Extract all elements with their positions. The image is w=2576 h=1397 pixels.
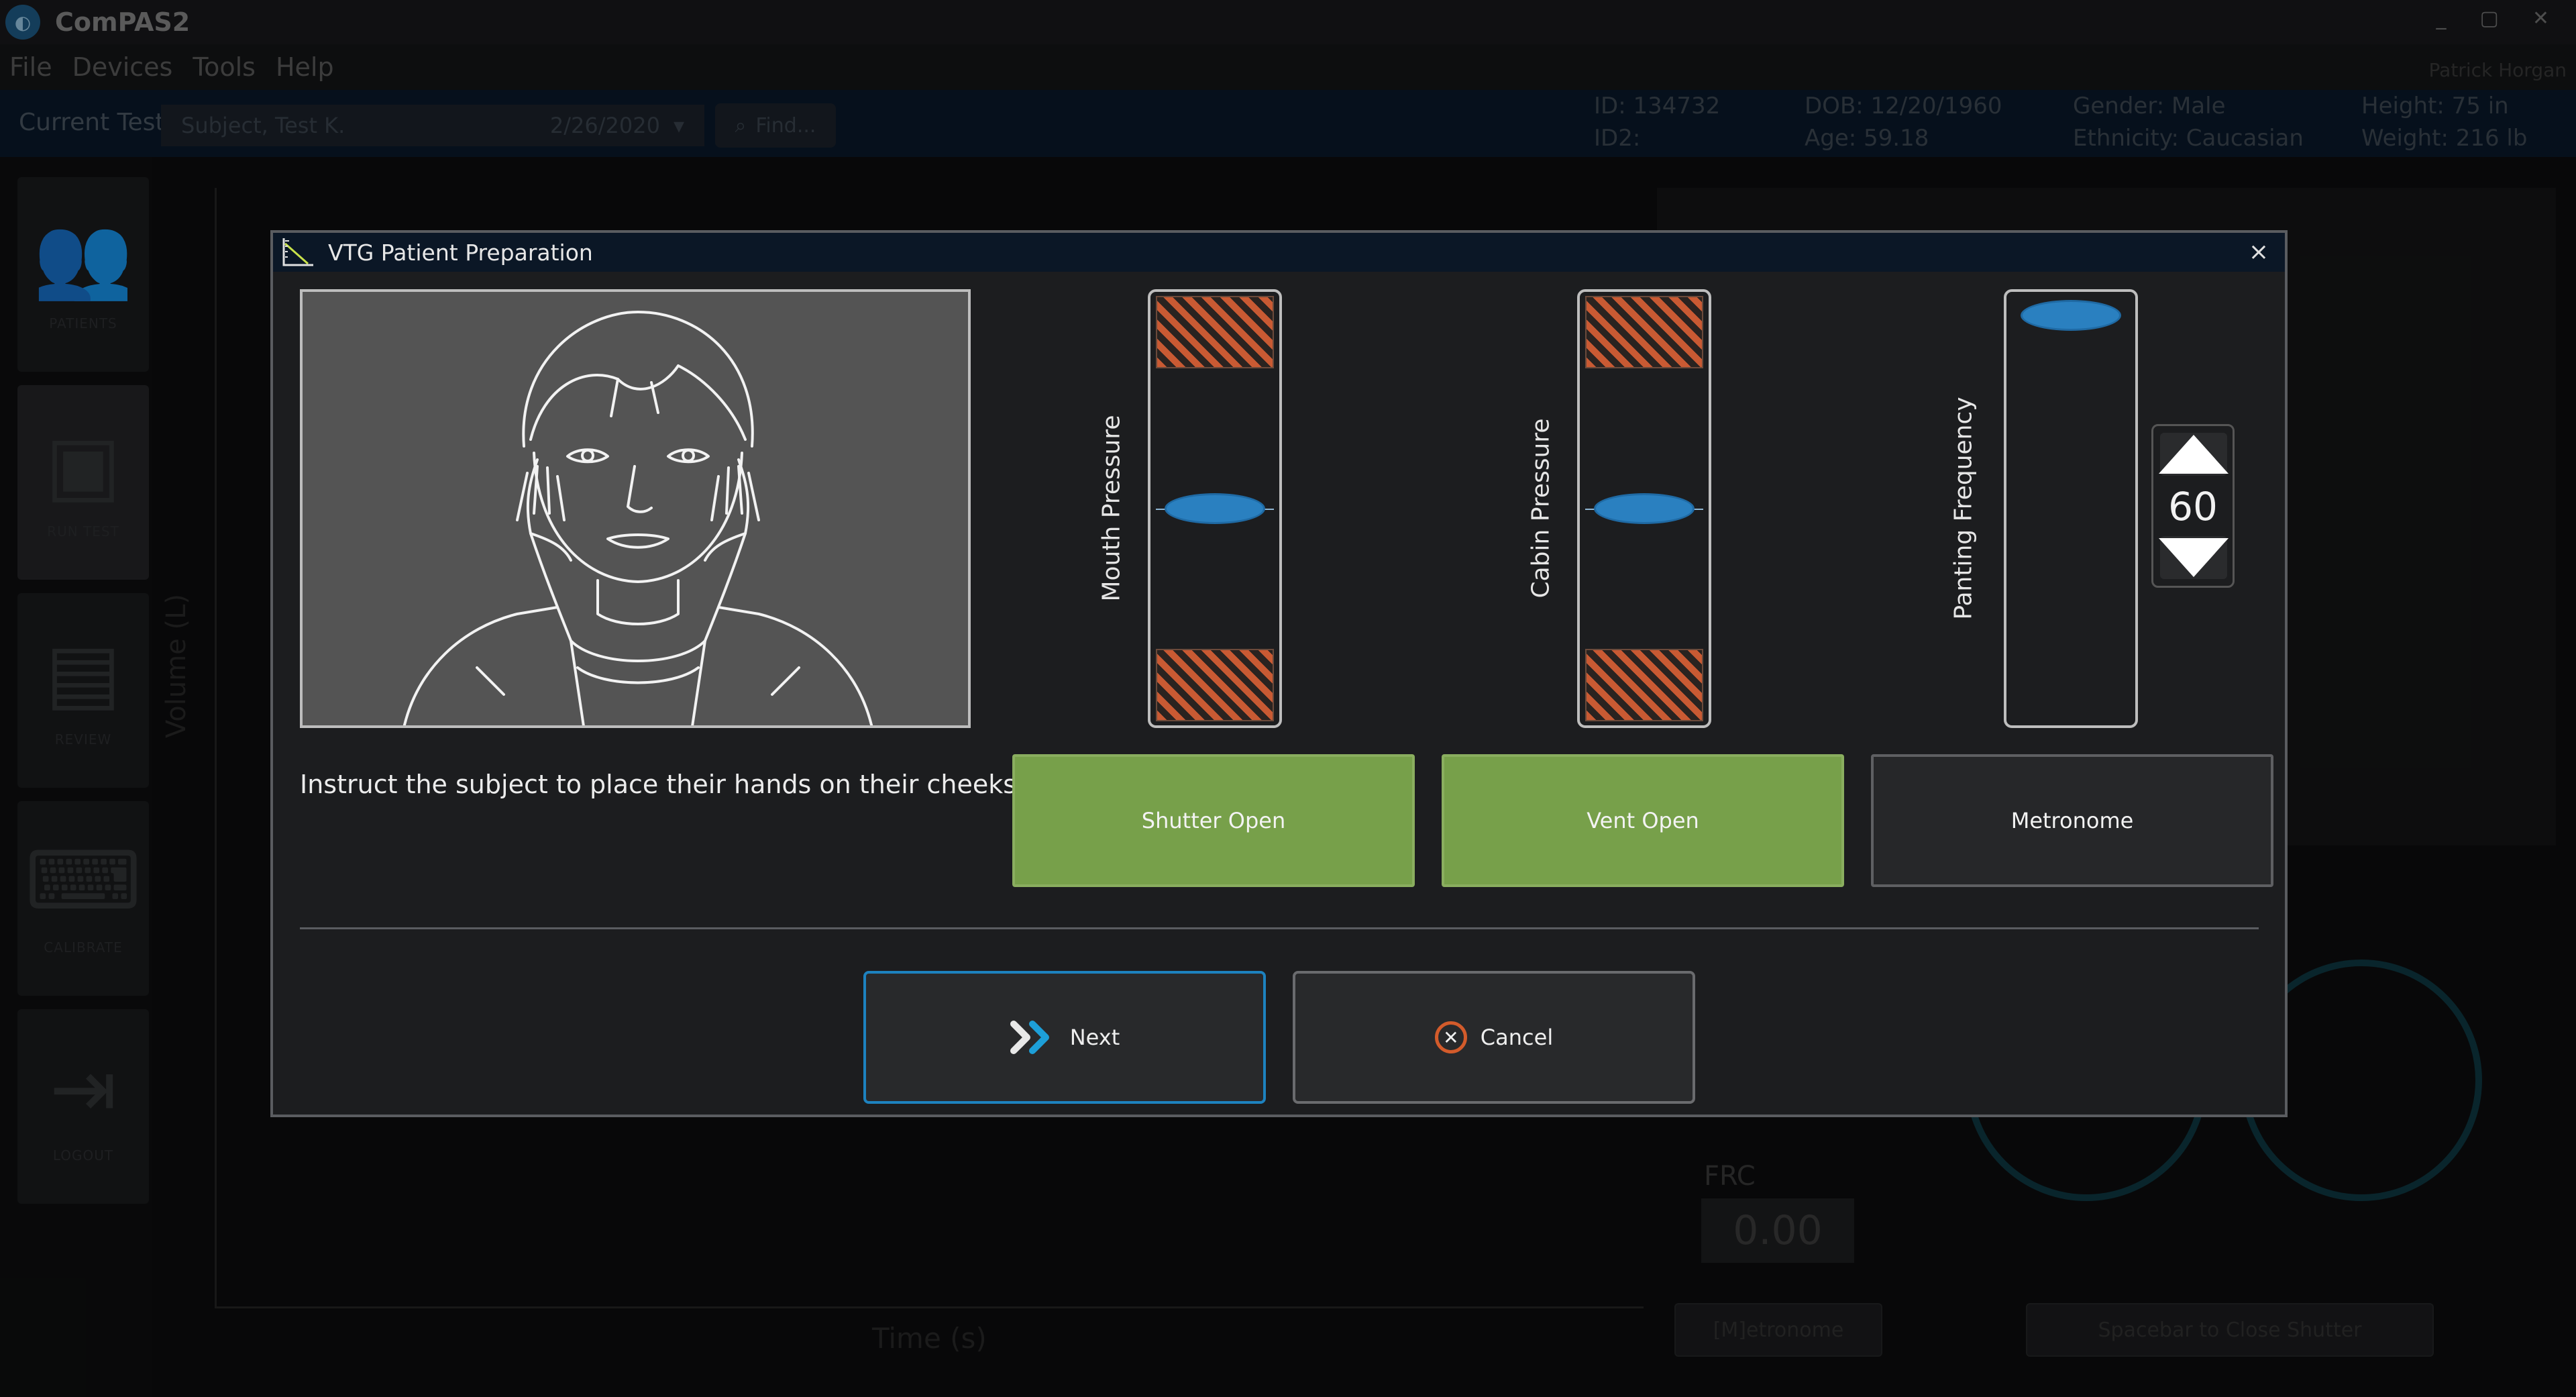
vent-open-button[interactable]: Vent Open [1442,754,1844,887]
cancel-button[interactable]: ✕ Cancel [1293,971,1695,1104]
triangle-down-icon [2159,538,2229,577]
cancel-label: Cancel [1480,1025,1554,1050]
cabin-pressure-label: Cabin Pressure [1527,418,1555,599]
cabin-pressure-gauge [1577,289,1711,728]
next-button[interactable]: Next [863,971,1266,1104]
close-icon[interactable]: × [2249,238,2269,266]
double-chevron-right-icon [1010,1021,1049,1054]
frequency-stepper: 60 [2151,424,2235,588]
dialog-header: VTG Patient Preparation × [273,233,2285,272]
panting-frequency-label: Panting Frequency [1949,397,1978,620]
dialog-divider [300,927,2259,929]
graph-icon [282,238,313,266]
panting-frequency-indicator [2021,300,2121,331]
hands-on-cheeks-illustration [300,289,971,728]
patient-illustration-graphic [402,311,873,725]
cabin-pressure-high-zone [1585,296,1703,368]
increase-frequency-button[interactable] [2159,433,2229,476]
cancel-x-icon: ✕ [1434,1021,1467,1053]
frequency-value: 60 [2168,484,2218,529]
cabin-pressure-indicator [1594,493,1695,524]
decrease-frequency-button[interactable] [2159,536,2229,579]
mouth-pressure-high-zone [1156,296,1274,368]
dialog-title: VTG Patient Preparation [328,239,593,266]
mouth-pressure-indicator [1165,493,1265,524]
vtg-preparation-dialog: VTG Patient Preparation × Instruct the s… [270,230,2288,1117]
mouth-pressure-gauge [1148,289,1282,728]
mouth-pressure-label: Mouth Pressure [1097,415,1126,602]
mouth-pressure-low-zone [1156,649,1274,721]
cabin-pressure-low-zone [1585,649,1703,721]
metronome-button[interactable]: Metronome [1871,754,2273,887]
next-label: Next [1069,1025,1120,1050]
shutter-open-button[interactable]: Shutter Open [1012,754,1415,887]
triangle-up-icon [2159,435,2229,474]
instruction-text: Instruct the subject to place their hand… [300,770,1025,799]
panting-frequency-gauge [2004,289,2138,728]
